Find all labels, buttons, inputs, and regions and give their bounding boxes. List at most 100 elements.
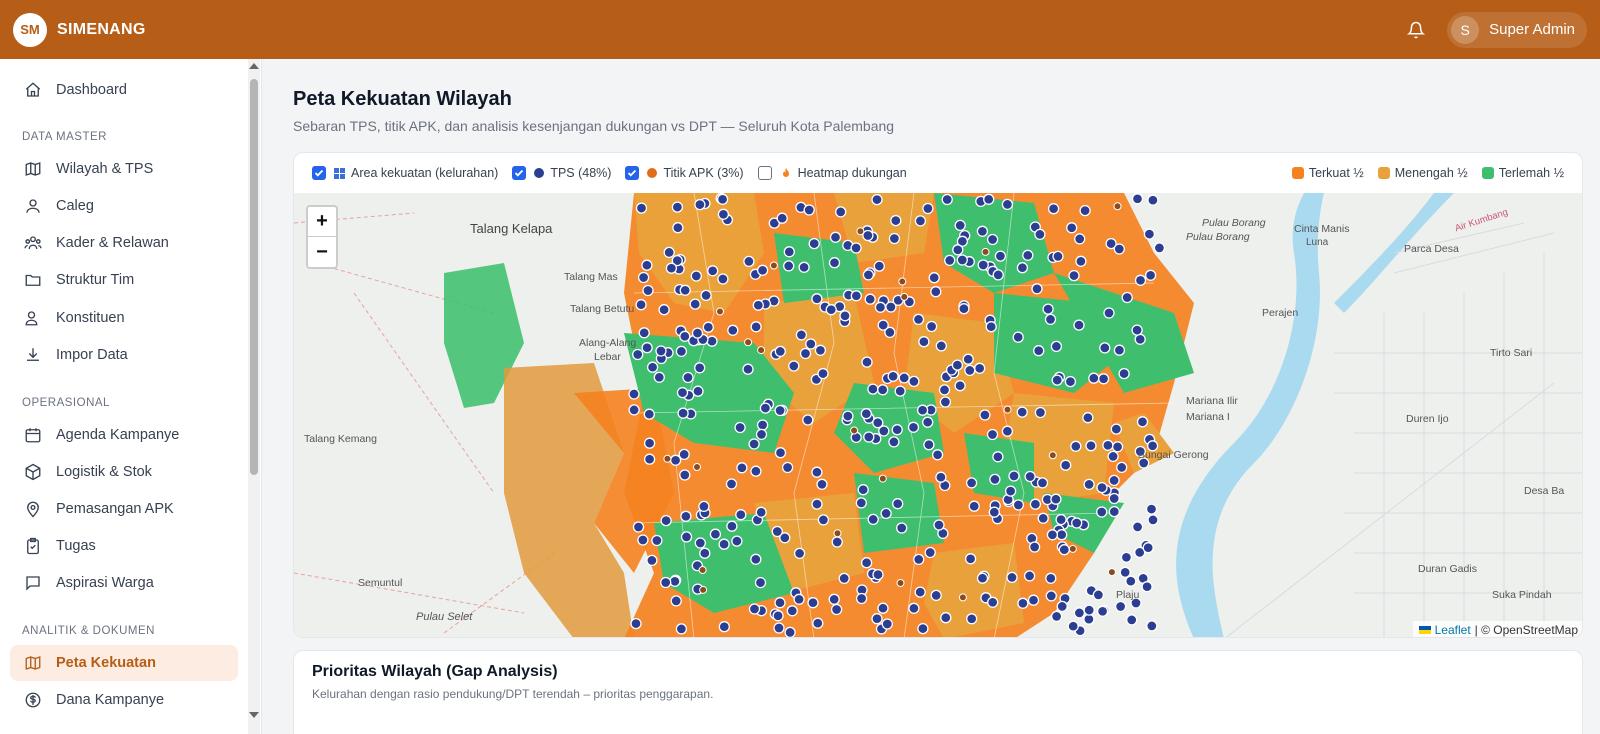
sidebar-item-aspirasi[interactable]: Aspirasi Warga — [10, 565, 238, 601]
map-canvas[interactable]: Talang Kelapa Talang Mas Talang Betutu A… — [294, 193, 1582, 637]
tps-marker[interactable] — [1006, 571, 1018, 584]
sidebar-item-dana[interactable]: Dana Kampanye — [10, 682, 238, 718]
tps-marker[interactable] — [677, 407, 689, 419]
tps-marker[interactable] — [938, 384, 951, 396]
tps-marker[interactable] — [1066, 222, 1078, 234]
tps-marker[interactable] — [750, 465, 762, 477]
tps-marker[interactable] — [1052, 250, 1064, 263]
tps-marker[interactable] — [1029, 498, 1042, 510]
tps-marker[interactable] — [1022, 249, 1034, 261]
tps-marker[interactable] — [675, 345, 688, 358]
tps-marker[interactable] — [805, 338, 817, 350]
tps-marker[interactable] — [676, 386, 689, 399]
tps-marker[interactable] — [781, 461, 794, 474]
tps-marker[interactable] — [1108, 492, 1120, 505]
tps-marker[interactable] — [638, 327, 650, 339]
tps-marker[interactable] — [925, 320, 938, 333]
tps-marker[interactable] — [1056, 529, 1068, 541]
tps-marker[interactable] — [930, 286, 942, 298]
tps-marker[interactable] — [979, 409, 991, 421]
tps-marker[interactable] — [1050, 493, 1062, 505]
tps-marker[interactable] — [750, 553, 762, 565]
tps-marker[interactable] — [784, 626, 796, 637]
sidebar-item-impor[interactable]: Impor Data — [10, 337, 238, 373]
tps-marker[interactable] — [690, 270, 702, 282]
tps-marker[interactable] — [1064, 375, 1077, 388]
tps-marker[interactable] — [1107, 450, 1119, 463]
tps-marker[interactable] — [1073, 607, 1086, 619]
tps-marker[interactable] — [887, 370, 899, 382]
tps-marker[interactable] — [874, 301, 887, 313]
apk-marker[interactable] — [1068, 544, 1077, 553]
tps-marker[interactable] — [756, 419, 769, 431]
tps-marker[interactable] — [958, 303, 970, 315]
tps-marker[interactable] — [812, 617, 824, 629]
tps-marker[interactable] — [1047, 203, 1060, 215]
tps-marker[interactable] — [793, 593, 805, 605]
tps-marker[interactable] — [1037, 512, 1049, 524]
tps-marker[interactable] — [660, 576, 672, 589]
tps-marker[interactable] — [989, 473, 1001, 486]
tps-marker[interactable] — [665, 262, 678, 274]
tps-marker[interactable] — [1097, 373, 1110, 385]
tps-marker[interactable] — [1126, 614, 1138, 626]
tps-marker[interactable] — [660, 514, 672, 527]
tps-marker[interactable] — [838, 572, 850, 585]
tps-marker[interactable] — [1134, 333, 1146, 345]
tps-marker[interactable] — [986, 233, 999, 246]
tps-marker[interactable] — [931, 449, 944, 461]
tps-marker[interactable] — [743, 255, 755, 268]
tps-marker[interactable] — [1083, 604, 1095, 616]
tps-marker[interactable] — [692, 385, 704, 397]
tps-marker[interactable] — [850, 290, 862, 302]
tps-marker[interactable] — [774, 404, 786, 417]
apk-marker[interactable] — [663, 454, 672, 463]
tps-marker[interactable] — [935, 471, 947, 483]
layer-toggle-area[interactable]: Area kekuatan (kelurahan) — [312, 166, 498, 180]
tps-marker[interactable] — [1045, 572, 1057, 584]
tps-marker[interactable] — [1146, 620, 1158, 632]
tps-marker[interactable] — [669, 454, 682, 466]
tps-marker[interactable] — [1102, 439, 1114, 451]
tps-marker[interactable] — [842, 410, 854, 422]
tps-marker[interactable] — [956, 254, 968, 266]
apk-marker[interactable] — [878, 474, 887, 483]
tps-marker[interactable] — [1079, 204, 1091, 217]
tps-marker[interactable] — [877, 319, 889, 331]
tps-marker[interactable] — [930, 589, 942, 602]
tps-marker[interactable] — [709, 528, 722, 540]
tps-marker[interactable] — [908, 375, 920, 388]
tps-marker[interactable] — [1144, 269, 1157, 281]
tps-marker[interactable] — [922, 416, 934, 428]
apk-marker[interactable] — [833, 529, 842, 538]
apk-marker[interactable] — [898, 277, 907, 286]
tps-marker[interactable] — [756, 264, 769, 276]
tps-marker[interactable] — [933, 519, 945, 531]
tps-marker[interactable] — [976, 572, 989, 584]
tps-marker[interactable] — [962, 353, 974, 365]
tps-marker[interactable] — [988, 506, 1000, 518]
tps-marker[interactable] — [912, 313, 925, 326]
tps-marker[interactable] — [755, 506, 767, 518]
sidebar-item-tugas[interactable]: Tugas — [10, 528, 238, 564]
tps-marker[interactable] — [1058, 544, 1070, 556]
sidebar-item-struktur[interactable]: Struktur Tim — [10, 262, 238, 298]
apk-marker[interactable] — [900, 292, 909, 301]
tps-marker[interactable] — [637, 271, 650, 284]
tps-marker[interactable] — [1113, 243, 1125, 255]
tps-marker[interactable] — [944, 254, 956, 267]
layer-toggle-heatmap[interactable]: Heatmap dukungan — [757, 166, 907, 180]
tps-marker[interactable] — [825, 304, 837, 316]
tps-marker[interactable] — [793, 547, 806, 560]
tps-marker[interactable] — [1099, 342, 1111, 354]
leaflet-link[interactable]: Leaflet — [1435, 623, 1471, 637]
tps-marker[interactable] — [1118, 367, 1130, 380]
tps-marker[interactable] — [803, 204, 815, 216]
tps-marker[interactable] — [1147, 514, 1159, 526]
tps-marker[interactable] — [1068, 269, 1080, 282]
tps-marker[interactable] — [694, 198, 706, 211]
tps-marker[interactable] — [1044, 313, 1057, 326]
tps-marker[interactable] — [964, 364, 976, 377]
tps-marker[interactable] — [871, 193, 883, 206]
tps-marker[interactable] — [1096, 605, 1109, 617]
